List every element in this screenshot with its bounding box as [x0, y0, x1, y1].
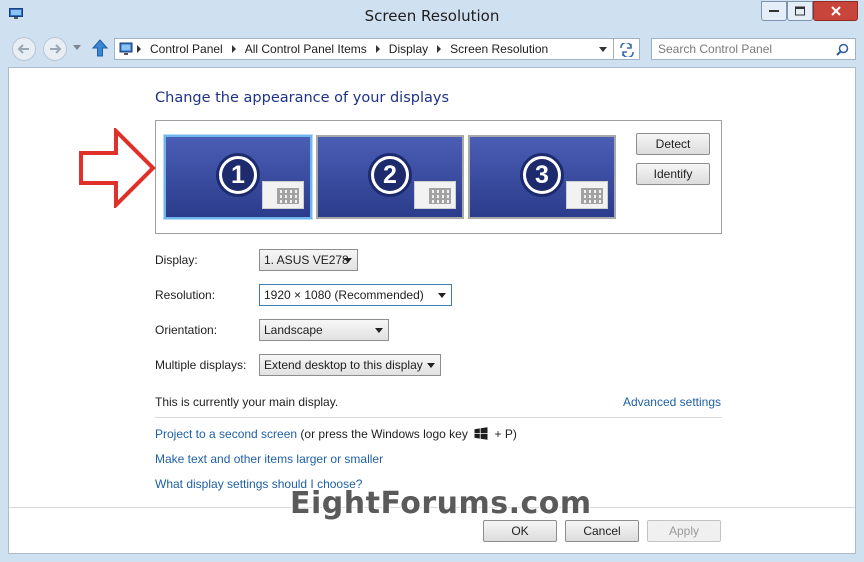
monitor-2[interactable]: 2: [316, 135, 464, 219]
maximize-icon: [795, 6, 805, 16]
cancel-button[interactable]: Cancel: [565, 520, 639, 542]
display-select-value: 1. ASUS VE278: [264, 253, 349, 267]
chevron-down-icon: [427, 363, 435, 368]
display-select[interactable]: 1. ASUS VE278: [259, 249, 358, 271]
apply-button[interactable]: Apply: [647, 520, 721, 542]
breadcrumb-separator-icon[interactable]: [437, 45, 442, 53]
monitor-number-badge: 3: [520, 153, 564, 197]
breadcrumb-separator-icon[interactable]: [231, 45, 236, 53]
text-size-link[interactable]: Make text and other items larger or smal…: [155, 452, 383, 466]
address-bar[interactable]: Control Panel All Control Panel Items Di…: [114, 38, 614, 60]
breadcrumb-display[interactable]: Display: [389, 42, 428, 56]
breadcrumb-control-panel[interactable]: Control Panel: [150, 42, 223, 56]
minimize-icon: [769, 10, 779, 12]
recent-pages-dropdown-icon[interactable]: [73, 45, 81, 50]
close-icon: [830, 6, 841, 16]
window-title: Screen Resolution: [364, 7, 500, 25]
orientation-select-value: Landscape: [264, 323, 323, 337]
chevron-down-icon: [438, 293, 446, 298]
breadcrumb-screen-resolution[interactable]: Screen Resolution: [450, 42, 548, 56]
monitor-1[interactable]: 1: [164, 135, 312, 219]
callout-arrow-icon: [79, 128, 156, 208]
multiple-displays-select-value: Extend desktop to this display: [264, 358, 423, 372]
divider: [155, 417, 722, 418]
breadcrumb-separator-icon[interactable]: [137, 45, 141, 53]
window-thumbnail-icon: [262, 181, 304, 209]
monitor-3[interactable]: 3: [468, 135, 616, 219]
search-box: [651, 38, 856, 60]
resolution-label: Resolution:: [155, 288, 216, 302]
back-arrow-icon: [17, 44, 29, 54]
search-input[interactable]: [658, 41, 833, 57]
orientation-label: Orientation:: [155, 323, 218, 337]
maximize-button[interactable]: [787, 1, 813, 21]
search-icon[interactable]: [836, 43, 849, 56]
up-arrow-icon[interactable]: [92, 39, 108, 57]
monitor-number: 3: [535, 161, 549, 189]
advanced-settings-link[interactable]: Advanced settings: [623, 395, 721, 409]
refresh-icon: [620, 43, 634, 57]
page-heading: Change the appearance of your displays: [155, 90, 450, 106]
monitor-number: 2: [383, 161, 397, 189]
address-history-dropdown-icon[interactable]: [599, 47, 607, 52]
identify-button[interactable]: Identify: [636, 163, 710, 185]
main-display-text: This is currently your main display.: [155, 395, 339, 409]
resolution-select[interactable]: 1920 × 1080 (Recommended): [259, 284, 452, 306]
window-frame: Screen Resolution Control Panel All Cont…: [0, 0, 864, 562]
chevron-down-icon: [375, 328, 383, 333]
chevron-down-icon: [344, 258, 352, 263]
monitor-number-badge: 1: [216, 153, 260, 197]
detect-button[interactable]: Detect: [636, 133, 710, 155]
breadcrumb-all-items[interactable]: All Control Panel Items: [245, 42, 367, 56]
windows-logo-icon: [474, 427, 488, 440]
title-bar: Screen Resolution: [0, 0, 864, 31]
forward-button[interactable]: [43, 37, 67, 61]
project-hint-suffix: + P): [494, 427, 517, 441]
multiple-displays-select[interactable]: Extend desktop to this display: [259, 354, 441, 376]
window-thumbnail-icon: [566, 181, 608, 209]
control-panel-icon: [119, 42, 133, 55]
project-hint-text: (or press the Windows logo key: [300, 427, 468, 441]
resolution-select-value: 1920 × 1080 (Recommended): [264, 288, 424, 302]
project-second-screen-link[interactable]: Project to a second screen: [155, 427, 297, 441]
ok-button[interactable]: OK: [483, 520, 557, 542]
refresh-button[interactable]: [614, 38, 640, 60]
display-label: Display:: [155, 253, 198, 267]
monitor-number: 1: [231, 161, 245, 189]
monitor-number-badge: 2: [368, 153, 412, 197]
breadcrumb-separator-icon[interactable]: [375, 45, 380, 53]
project-line: Project to a second screen (or press the…: [155, 427, 517, 441]
multiple-displays-label: Multiple displays:: [155, 358, 247, 372]
close-button[interactable]: [813, 1, 858, 21]
breadcrumb: Control Panel All Control Panel Items Di…: [137, 42, 548, 56]
forward-arrow-icon: [50, 44, 62, 54]
minimize-button[interactable]: [761, 1, 787, 21]
watermark: EightForums.com: [290, 486, 592, 521]
back-button[interactable]: [12, 37, 36, 61]
window-thumbnail-icon: [414, 181, 456, 209]
orientation-select[interactable]: Landscape: [259, 319, 389, 341]
